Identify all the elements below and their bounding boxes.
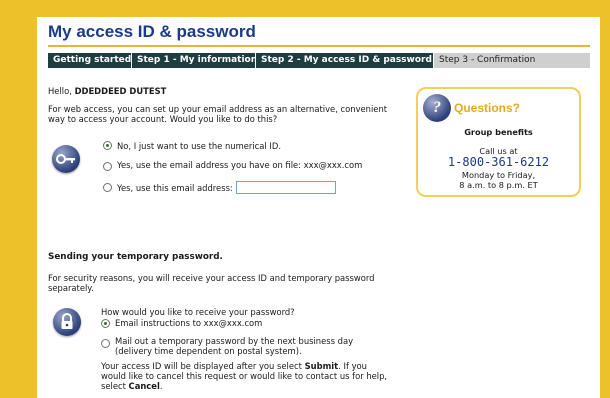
step-getting-started: Getting started xyxy=(48,53,132,68)
submit-note-line3: select Cancel. xyxy=(101,381,163,391)
submit-word: Submit xyxy=(304,361,339,371)
step-my-information: Step 1 - My information xyxy=(132,53,257,68)
password-section-title: Sending your temporary password. xyxy=(48,252,223,262)
option-email-on-file-label[interactable]: Yes, use the email address you have on f… xyxy=(117,160,362,170)
option-email-instructions-label[interactable]: Email instructions to xxx@xxx.com xyxy=(115,318,262,328)
note-text: select xyxy=(101,381,129,391)
step-progress-bar: Getting started Step 1 - My information … xyxy=(48,53,590,68)
radio-email-instructions[interactable] xyxy=(101,319,110,328)
option-mail-password-line2[interactable]: (delivery time dependent on postal syste… xyxy=(115,346,302,356)
greeting-prefix: Hello, xyxy=(48,86,75,96)
note-text: . If you xyxy=(338,361,367,371)
cancel-word: Cancel xyxy=(128,381,160,391)
step-access-id-password: Step 2 - My access ID & password xyxy=(256,53,434,68)
password-question: How would you like to receive your passw… xyxy=(101,307,295,317)
question-icon: ? xyxy=(423,94,451,122)
questions-title: Questions? xyxy=(454,101,521,115)
lock-icon xyxy=(53,308,81,336)
password-intro-line1: For security reasons, you will receive y… xyxy=(48,273,375,283)
option-numerical-id-label[interactable]: No, I just want to use the numerical ID. xyxy=(117,141,281,151)
submit-note-line2: would like to cancel this request or wou… xyxy=(101,371,388,381)
phone-number[interactable]: 1-800-361-6212 xyxy=(418,156,579,169)
note-text: . xyxy=(159,381,163,391)
radio-mail-password[interactable] xyxy=(101,339,110,348)
password-intro-line2: separately. xyxy=(48,283,94,293)
radio-numerical-id[interactable] xyxy=(103,141,112,150)
page-title: My access ID & password xyxy=(48,22,256,41)
hours-line2: 8 a.m. to 8 p.m. ET xyxy=(459,180,538,190)
option-mail-password-line1[interactable]: Mail out a temporary password by the nex… xyxy=(115,336,353,346)
greeting-name: DDEDDEED DUTEST xyxy=(74,86,167,96)
group-benefits-label: Group benefits xyxy=(464,127,533,137)
radio-email-custom[interactable] xyxy=(103,183,112,192)
note-text: Your access ID will be displayed after y… xyxy=(101,361,305,371)
email-address-input[interactable] xyxy=(236,181,336,194)
radio-email-on-file[interactable] xyxy=(103,162,112,171)
main-panel: My access ID & password Getting started … xyxy=(37,17,600,398)
option-email-custom-label[interactable]: Yes, use this email address: xyxy=(117,183,233,193)
submit-note-line1: Your access ID will be displayed after y… xyxy=(101,361,367,371)
title-divider xyxy=(48,45,590,47)
step-confirmation: Step 3 - Confirmation xyxy=(434,53,590,68)
greeting: Hello, DDEDDEED DUTEST xyxy=(48,86,166,96)
key-icon xyxy=(52,145,80,173)
questions-box: ? Questions? Group benefits Call us at 1… xyxy=(416,87,581,197)
access-intro-line2: way to access your account. Would you li… xyxy=(48,114,278,124)
access-intro-line1: For web access, you can set up your emai… xyxy=(48,104,388,114)
hours-line1: Monday to Friday, xyxy=(461,170,536,180)
